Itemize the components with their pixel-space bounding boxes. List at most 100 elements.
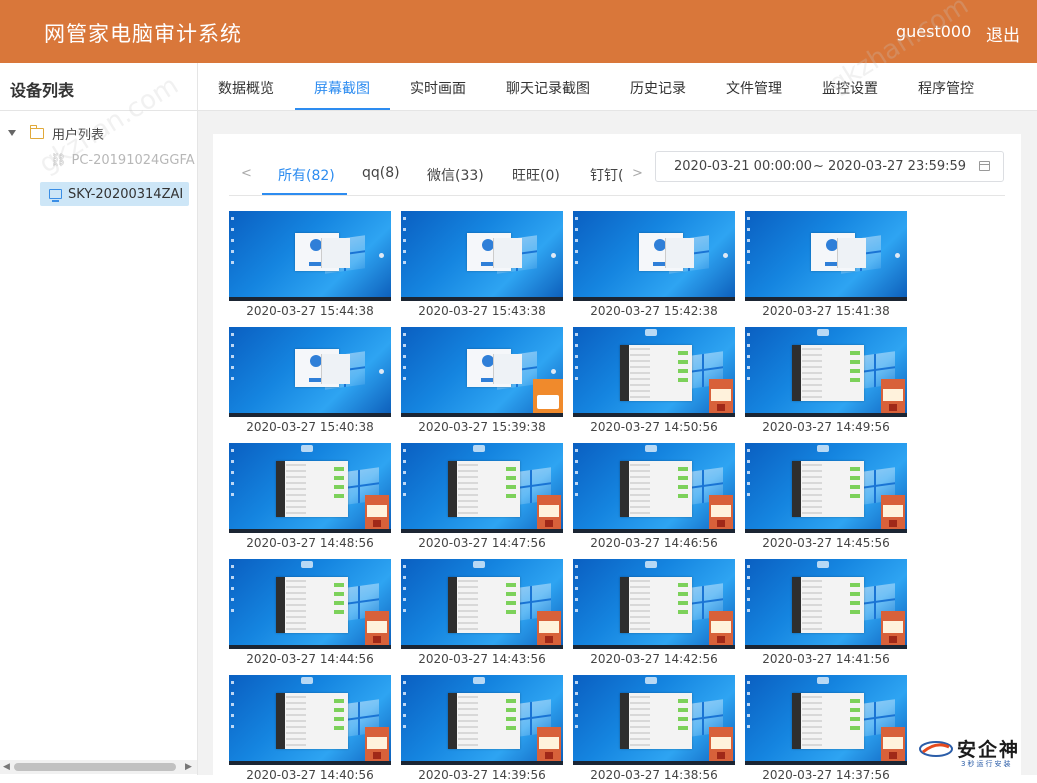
screenshot-thumbnail[interactable]: 2020-03-27 15:43:38 — [401, 211, 563, 319]
subtab-all[interactable]: 所有(82) — [278, 165, 335, 185]
screenshot-image[interactable] — [401, 443, 563, 533]
screenshot-thumbnail[interactable]: 2020-03-27 15:42:38 — [573, 211, 735, 319]
screenshot-image[interactable] — [229, 559, 391, 649]
screenshot-image[interactable] — [573, 443, 735, 533]
screenshot-image[interactable] — [401, 675, 563, 765]
user-name[interactable]: guest000 — [896, 22, 971, 41]
screenshot-timestamp: 2020-03-27 14:39:56 — [418, 768, 546, 782]
subtab-qq[interactable]: qq(8) — [362, 165, 400, 181]
screenshot-timestamp: 2020-03-27 14:37:56 — [762, 768, 890, 782]
device-label: PC-20191024GGFA — [71, 153, 195, 168]
screenshot-thumbnail[interactable]: 2020-03-27 14:45:56 — [745, 443, 907, 551]
screenshot-timestamp: 2020-03-27 14:38:56 — [590, 768, 718, 782]
screenshot-thumbnail[interactable]: 2020-03-27 14:38:56 — [573, 675, 735, 783]
scroll-left-arrow-icon[interactable]: ◀ — [3, 762, 10, 772]
device-item-selected[interactable]: SKY-20200314ZAI — [40, 182, 189, 206]
subtab-wangwang[interactable]: 旺旺(0) — [512, 165, 560, 185]
subtab-dingtalk[interactable]: 钉钉( — [590, 165, 623, 185]
screenshot-image[interactable] — [401, 211, 563, 301]
screenshot-thumbnail[interactable]: 2020-03-27 14:42:56 — [573, 559, 735, 667]
tab-program-control[interactable]: 程序管控 — [918, 78, 974, 98]
main-nav: 数据概览 屏幕截图 实时画面 聊天记录截图 历史记录 文件管理 监控设置 程序管… — [198, 63, 1037, 111]
screenshot-image[interactable] — [745, 327, 907, 417]
screenshot-image[interactable] — [573, 327, 735, 417]
date-range-picker[interactable]: 2020-03-21 00:00:00 ~ 2020-03-27 23:59:5… — [655, 151, 1004, 182]
sidebar-title: 设备列表 — [10, 81, 75, 100]
screenshot-thumbnail[interactable]: 2020-03-27 14:40:56 — [229, 675, 391, 783]
screenshot-image[interactable] — [229, 675, 391, 765]
screenshot-image[interactable] — [745, 211, 907, 301]
screenshot-image[interactable] — [229, 211, 391, 301]
screenshot-thumbnail[interactable]: 2020-03-27 14:41:56 — [745, 559, 907, 667]
screenshot-timestamp: 2020-03-27 15:39:38 — [418, 420, 546, 434]
computer-icon — [49, 189, 62, 202]
screenshot-timestamp: 2020-03-27 14:49:56 — [762, 420, 890, 434]
scroll-right-arrow-icon[interactable]: ▶ — [185, 762, 192, 772]
logout-button[interactable]: 退出 — [986, 21, 1020, 46]
tab-chat-screenshots[interactable]: 聊天记录截图 — [506, 78, 590, 98]
subtab-prev-icon[interactable]: < — [241, 166, 252, 181]
scrollbar-thumb[interactable] — [14, 763, 176, 771]
screenshot-timestamp: 2020-03-27 14:41:56 — [762, 652, 890, 666]
subtab-divider — [229, 195, 1005, 196]
screenshot-timestamp: 2020-03-27 14:42:56 — [590, 652, 718, 666]
screenshot-thumbnail[interactable]: 2020-03-27 14:37:56 — [745, 675, 907, 783]
screenshot-timestamp: 2020-03-27 15:43:38 — [418, 304, 546, 318]
caret-down-icon[interactable] — [8, 130, 16, 136]
screenshot-timestamp: 2020-03-27 14:43:56 — [418, 652, 546, 666]
screenshot-timestamp: 2020-03-27 14:40:56 — [246, 768, 374, 782]
tab-screenshots[interactable]: 屏幕截图 — [314, 78, 370, 98]
screenshot-image[interactable] — [401, 327, 563, 417]
folder-icon — [30, 124, 44, 139]
tab-history[interactable]: 历史记录 — [630, 78, 686, 98]
screenshot-thumbnail[interactable]: 2020-03-27 15:40:38 — [229, 327, 391, 435]
screenshot-thumbnail[interactable]: 2020-03-27 14:50:56 — [573, 327, 735, 435]
screenshot-thumbnail[interactable]: 2020-03-27 15:41:38 — [745, 211, 907, 319]
screenshot-timestamp: 2020-03-27 14:48:56 — [246, 536, 374, 550]
brand-logo: 安企神 3秒运行安装 — [917, 733, 1035, 773]
screenshot-thumbnail[interactable]: 2020-03-27 14:46:56 — [573, 443, 735, 551]
screenshot-timestamp: 2020-03-27 14:44:56 — [246, 652, 374, 666]
screenshot-timestamp: 2020-03-27 15:44:38 — [246, 304, 374, 318]
link-icon: ⛓ — [50, 153, 67, 168]
screenshot-thumbnail[interactable]: 2020-03-27 14:39:56 — [401, 675, 563, 783]
tree-root-user-list[interactable]: 用户列表 — [8, 123, 104, 143]
screenshot-image[interactable] — [229, 443, 391, 533]
brand-name: 安企神 — [957, 739, 1021, 761]
app-header: 网管家电脑审计系统 guest000 退出 — [0, 0, 1037, 63]
screenshot-image[interactable] — [745, 443, 907, 533]
screenshot-image[interactable] — [745, 559, 907, 649]
tab-data-overview[interactable]: 数据概览 — [218, 78, 274, 98]
screenshot-thumbnail[interactable]: 2020-03-27 14:49:56 — [745, 327, 907, 435]
tab-file-management[interactable]: 文件管理 — [726, 78, 782, 98]
screenshot-image[interactable] — [401, 559, 563, 649]
screenshot-thumbnail[interactable]: 2020-03-27 15:44:38 — [229, 211, 391, 319]
screenshot-timestamp: 2020-03-27 15:42:38 — [590, 304, 718, 318]
screenshot-thumbnail[interactable]: 2020-03-27 14:47:56 — [401, 443, 563, 551]
screenshot-image[interactable] — [745, 675, 907, 765]
screenshot-image[interactable] — [229, 327, 391, 417]
calendar-icon[interactable] — [979, 161, 990, 171]
screenshot-timestamp: 2020-03-27 14:50:56 — [590, 420, 718, 434]
tree-root-label: 用户列表 — [52, 127, 105, 143]
device-sidebar: 设备列表 用户列表 ⛓ PC-20191024GGFA SKY-20200314… — [0, 63, 198, 775]
screenshot-timestamp: 2020-03-27 14:45:56 — [762, 536, 890, 550]
active-tab-indicator — [295, 108, 390, 110]
screenshot-timestamp: 2020-03-27 15:41:38 — [762, 304, 890, 318]
subtab-next-icon[interactable]: > — [632, 166, 643, 181]
screenshot-thumbnail[interactable]: 2020-03-27 14:44:56 — [229, 559, 391, 667]
screenshot-image[interactable] — [573, 675, 735, 765]
tab-live-view[interactable]: 实时画面 — [410, 78, 466, 98]
date-start: 2020-03-21 00:00:00 — [674, 159, 813, 174]
tab-monitor-settings[interactable]: 监控设置 — [822, 78, 878, 98]
screenshot-thumbnail[interactable]: 2020-03-27 14:48:56 — [229, 443, 391, 551]
screenshot-thumbnail[interactable]: 2020-03-27 15:39:38 — [401, 327, 563, 435]
sidebar-horizontal-scrollbar[interactable]: ◀ ▶ — [0, 760, 197, 774]
screenshot-thumbnail[interactable]: 2020-03-27 14:43:56 — [401, 559, 563, 667]
screenshot-timestamp: 2020-03-27 15:40:38 — [246, 420, 374, 434]
subtab-wechat[interactable]: 微信(33) — [427, 165, 484, 185]
device-label: SKY-20200314ZAI — [68, 186, 184, 202]
screenshot-image[interactable] — [573, 211, 735, 301]
device-item-offline[interactable]: ⛓ PC-20191024GGFA — [50, 153, 195, 168]
screenshot-image[interactable] — [573, 559, 735, 649]
